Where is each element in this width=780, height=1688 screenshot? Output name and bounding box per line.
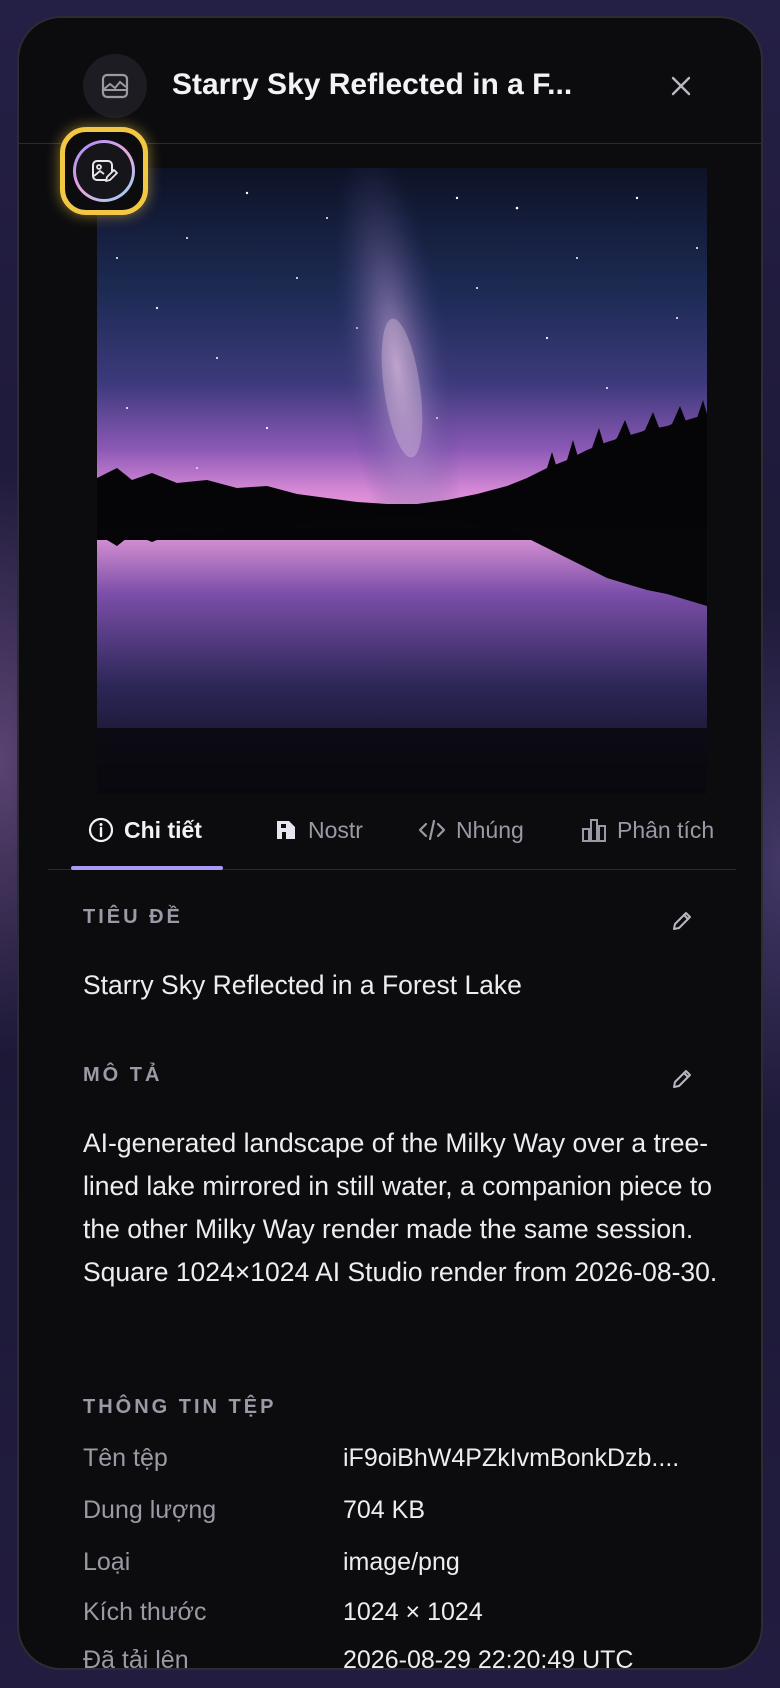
file-info-key: Đã tải lên	[83, 1646, 189, 1670]
bar-chart-icon	[582, 819, 606, 842]
file-info-key: Tên tệp	[83, 1444, 168, 1472]
starry-lake-image	[97, 168, 707, 794]
file-info-section-label: THÔNG TIN TỆP	[83, 1396, 277, 1418]
file-info-key: Kích thước	[83, 1598, 207, 1626]
tab-embed-label: Nhúng	[456, 816, 524, 843]
file-size-value: 704 KB	[343, 1496, 426, 1524]
file-info-row: Dung lượng 704 KB	[83, 1496, 723, 1530]
close-button[interactable]	[665, 70, 697, 102]
file-info-row: Kích thước 1024 × 1024	[83, 1598, 723, 1632]
tab-bar: Chi tiết Nostr Nhúng Phân tích	[48, 790, 736, 870]
nostr-icon	[277, 821, 295, 839]
active-tab-indicator	[71, 866, 223, 870]
code-icon	[418, 819, 446, 841]
tab-nostr-label: Nostr	[308, 816, 363, 843]
uploaded-value: 2026-08-29 22:20:49 UTC	[343, 1646, 634, 1670]
tab-details[interactable]: Chi tiết	[88, 790, 202, 870]
title-section-label: TIÊU ĐỀ	[83, 906, 183, 928]
file-info-row: Đã tải lên 2026-08-29 22:20:49 UTC	[83, 1646, 723, 1670]
sheet-header: Starry Sky Reflected in a F...	[19, 18, 761, 144]
page-title: Starry Sky Reflected in a F...	[172, 68, 573, 101]
file-info-row: Loại image/png	[83, 1548, 723, 1582]
image-detail-sheet: Starry Sky Reflected in a F... Chi tiết …	[17, 16, 763, 1670]
tab-analytics-label: Phân tích	[617, 816, 715, 843]
edit-description-button[interactable]	[667, 1064, 697, 1094]
file-name-value: iF9oiBhW4PZkIvmBonkDzb....	[343, 1444, 680, 1472]
title-value: Starry Sky Reflected in a Forest Lake	[83, 970, 522, 1000]
dimensions-value: 1024 × 1024	[343, 1598, 483, 1626]
edit-image-ring	[73, 140, 135, 202]
pencil-icon	[673, 912, 691, 930]
file-info-row: Tên tệp iF9oiBhW4PZkIvmBonkDzb....	[83, 1444, 723, 1478]
tab-embed[interactable]: Nhúng	[418, 790, 524, 870]
description-section-label: MÔ TẢ	[83, 1064, 163, 1086]
close-icon	[671, 76, 691, 96]
tab-nostr[interactable]: Nostr	[274, 790, 363, 870]
pencil-icon	[673, 1070, 691, 1088]
image-edit-icon	[92, 160, 118, 182]
image-icon	[83, 54, 147, 118]
description-value: AI-generated landscape of the Milky Way …	[83, 1128, 718, 1287]
file-info-key: Loại	[83, 1548, 131, 1576]
tab-details-label: Chi tiết	[124, 816, 202, 843]
image-preview[interactable]	[97, 168, 707, 794]
edit-image-button[interactable]	[60, 127, 148, 215]
edit-title-button[interactable]	[667, 906, 697, 936]
tab-analytics[interactable]: Phân tích	[581, 790, 714, 870]
file-info-key: Dung lượng	[83, 1496, 217, 1524]
file-type-value: image/png	[343, 1548, 460, 1576]
info-icon	[88, 817, 114, 843]
